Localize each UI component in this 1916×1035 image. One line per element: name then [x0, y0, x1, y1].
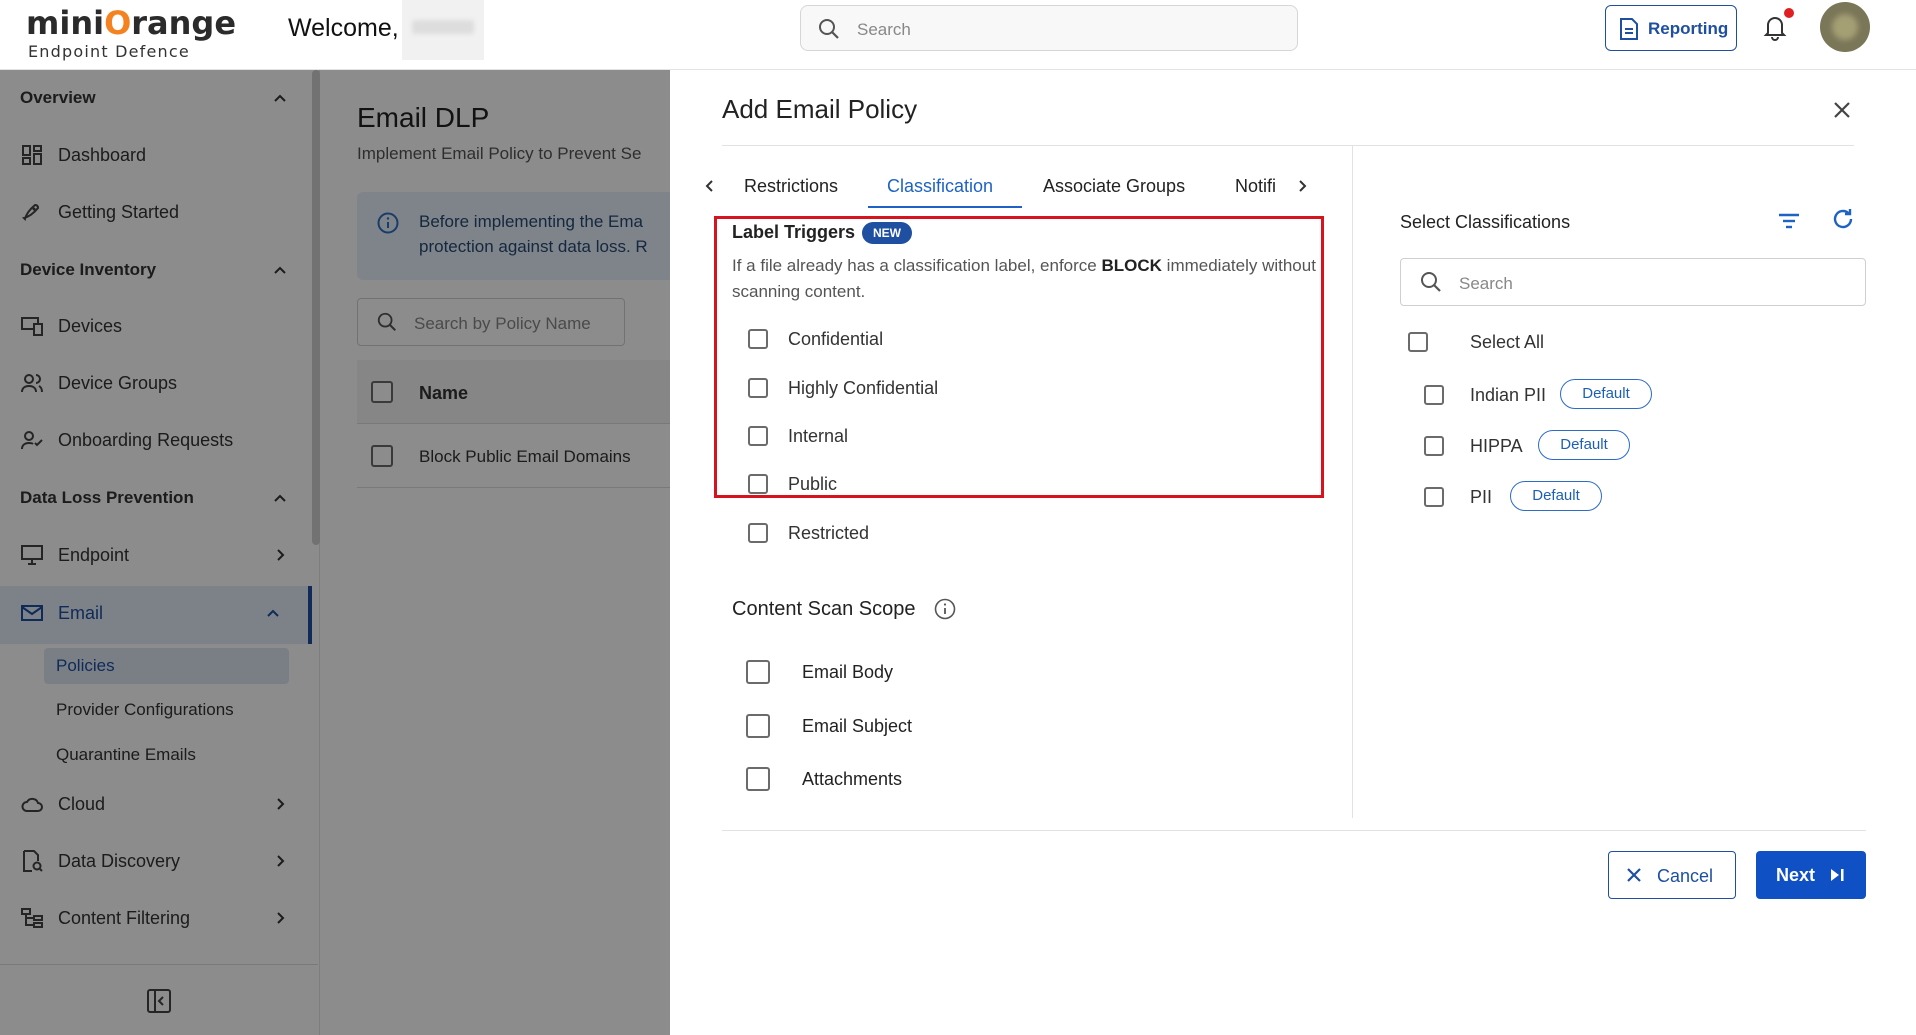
- default-badge: Default: [1510, 481, 1602, 511]
- skip-next-icon: [1831, 869, 1844, 881]
- report-document-icon: [1620, 18, 1638, 40]
- dialog-title: Add Email Policy: [722, 94, 918, 124]
- search-icon: [819, 19, 839, 39]
- next-label: Next: [1776, 865, 1816, 885]
- classification-label: Indian PII: [1470, 385, 1547, 405]
- miniorange-logo[interactable]: miniOrange Endpoint Defence: [26, 4, 237, 64]
- active-tab-indicator: [868, 206, 1022, 208]
- top-header: miniOrange Endpoint Defence Welcome, Sea…: [0, 0, 1916, 70]
- option-label: Email Body: [802, 662, 894, 682]
- checkbox[interactable]: [748, 474, 768, 494]
- option-label: Public: [788, 474, 838, 494]
- option-label: Confidential: [788, 329, 884, 349]
- tab-associate-groups[interactable]: Associate Groups: [1043, 176, 1185, 197]
- reporting-button[interactable]: Reporting: [1605, 5, 1737, 51]
- new-badge: NEW: [862, 222, 912, 244]
- label-triggers-title: Label Triggers: [732, 222, 856, 242]
- dialog-divider: [722, 145, 1854, 146]
- logo-wordmark: miniOrange: [26, 4, 237, 42]
- classification-search-placeholder: Search: [1459, 274, 1513, 293]
- classification-search-input[interactable]: Search: [1400, 258, 1866, 306]
- option-label: Select All: [1470, 332, 1545, 352]
- option-label: Internal: [788, 426, 849, 446]
- search-icon: [1421, 272, 1441, 292]
- reporting-label: Reporting: [1648, 19, 1729, 38]
- checkbox[interactable]: [746, 714, 770, 738]
- label-triggers-description: If a file already has a classification l…: [732, 256, 1316, 301]
- close-icon[interactable]: [1830, 98, 1854, 122]
- option-label: Email Subject: [802, 716, 913, 736]
- close-icon: [1627, 868, 1641, 882]
- user-avatar[interactable]: [1820, 2, 1870, 52]
- policy-tabs: Restrictions Classification Associate Gr…: [702, 160, 1307, 212]
- welcome-text: Welcome,: [288, 14, 399, 42]
- content-scan-scope-title: Content Scan Scope: [732, 598, 916, 620]
- global-search-placeholder: Search: [857, 20, 911, 39]
- footer-divider: [722, 830, 1866, 831]
- refresh-icon[interactable]: [1830, 206, 1856, 232]
- tab-restrictions[interactable]: Restrictions: [744, 176, 838, 197]
- add-email-policy-dialog: Add Email Policy Restrictions Classifica…: [670, 70, 1916, 1035]
- chevron-left-icon[interactable]: [702, 178, 718, 194]
- tab-classification[interactable]: Classification: [887, 176, 993, 197]
- select-classifications-title: Select Classifications: [1400, 212, 1571, 232]
- checkbox[interactable]: [1424, 487, 1444, 507]
- checkbox[interactable]: [746, 767, 770, 791]
- chevron-right-icon[interactable]: [1294, 178, 1310, 194]
- default-badge: Default: [1538, 430, 1630, 460]
- tab-notifications[interactable]: Notifi: [1235, 176, 1285, 197]
- checkbox[interactable]: [1408, 332, 1428, 352]
- logo-tagline: Endpoint Defence: [28, 42, 190, 61]
- default-badge: Default: [1560, 379, 1652, 409]
- notification-dot: [1784, 8, 1794, 18]
- checkbox[interactable]: [746, 660, 770, 684]
- classification-label: HIPPA: [1470, 436, 1523, 456]
- column-separator: [1352, 146, 1353, 818]
- filter-icon[interactable]: [1776, 208, 1802, 234]
- redacted-username: [402, 0, 484, 60]
- checkbox[interactable]: [748, 523, 768, 543]
- option-label: Highly Confidential: [788, 378, 939, 398]
- cancel-button[interactable]: Cancel: [1608, 851, 1736, 899]
- checkbox[interactable]: [748, 426, 768, 446]
- next-button[interactable]: Next: [1756, 851, 1866, 899]
- checkbox[interactable]: [748, 378, 768, 398]
- checkbox[interactable]: [1424, 436, 1444, 456]
- option-label: Attachments: [802, 769, 903, 789]
- global-search-input[interactable]: Search: [800, 5, 1298, 51]
- checkbox[interactable]: [748, 329, 768, 349]
- classification-label: PII: [1470, 487, 1493, 507]
- modal-backdrop[interactable]: [0, 70, 670, 1035]
- option-label: Restricted: [788, 523, 870, 543]
- checkbox[interactable]: [1424, 385, 1444, 405]
- info-icon[interactable]: [934, 598, 956, 620]
- cancel-label: Cancel: [1657, 866, 1714, 886]
